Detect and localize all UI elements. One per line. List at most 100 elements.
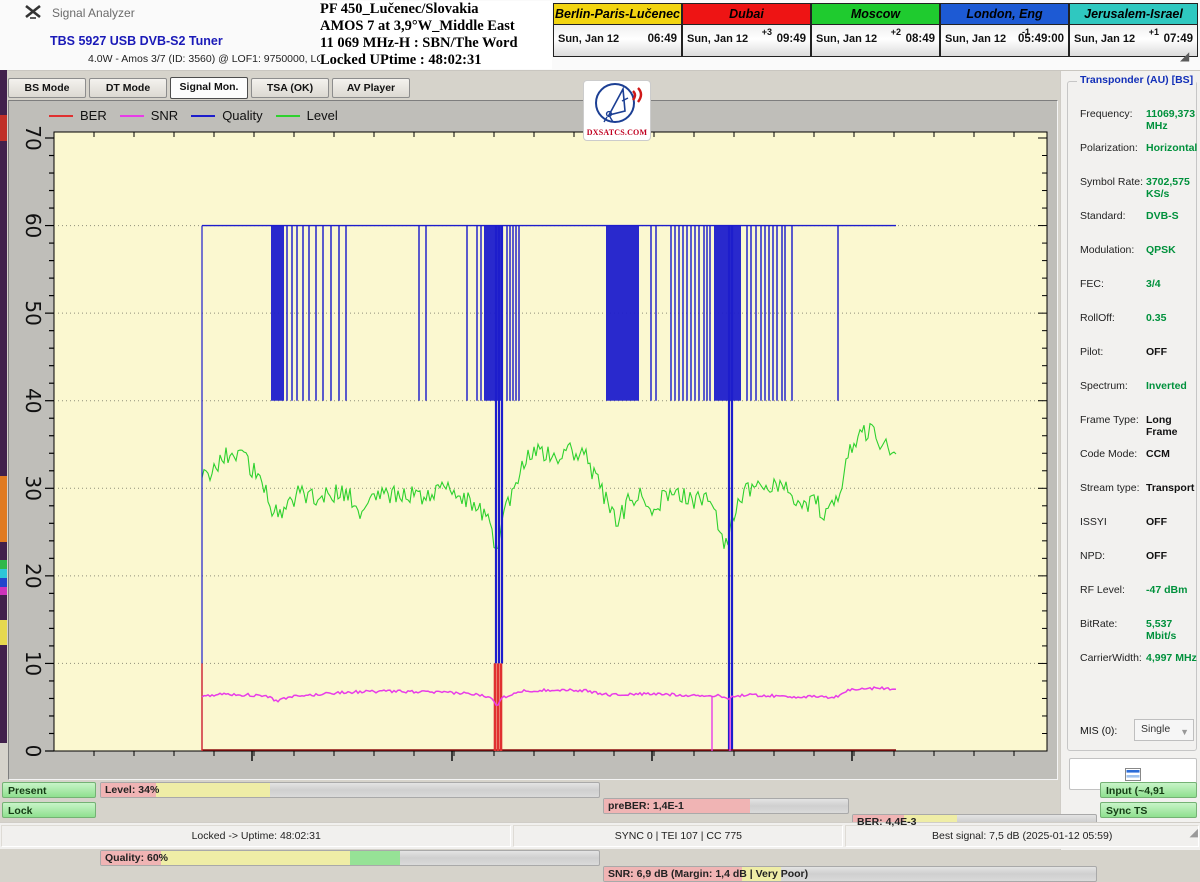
clock-time: 09:49: [777, 33, 806, 45]
statusbar-cell-0: Locked -> Uptime: 48:02:31: [1, 825, 511, 847]
row-value: Transport: [1146, 482, 1194, 494]
clock-date: Sun, Jan 12: [816, 33, 877, 45]
feed-line-location: PF 450_Lučenec/Slovakia: [320, 1, 552, 18]
row-label: Standard:: [1080, 210, 1126, 222]
strip-segment: [0, 587, 7, 595]
tab-tsa-ok[interactable]: TSA (OK): [251, 78, 329, 98]
clock-city: Jerusalem-Israel: [1070, 4, 1197, 25]
row-label: RF Level:: [1080, 584, 1125, 596]
preber-bar: preBER: 1,4E-1: [603, 798, 849, 814]
transponder-row-npd: NPD:OFF: [1080, 550, 1200, 562]
tab-signal-mon[interactable]: Signal Mon.: [170, 77, 248, 99]
transponder-panel: Frequency:11069,373 MHzPolarization:Hori…: [1060, 71, 1200, 850]
clock-time: 07:49: [1164, 33, 1193, 45]
badge-sync-ts: Sync TS: [1100, 802, 1197, 818]
transponder-row-pilot: Pilot:OFF: [1080, 346, 1200, 358]
window-titlebar: Signal Analyzer ▭✕ TBS 5927 USB DVB-S2 T…: [0, 0, 1200, 71]
clock-date: Sun, Jan 12: [1074, 33, 1135, 45]
clock-3: London, EngSun, Jan 12-105:49:00: [940, 3, 1069, 57]
transponder-row-code-mode: Code Mode:CCM: [1080, 448, 1200, 460]
clock-utc-offset: +3: [762, 27, 772, 37]
strip-segment: [0, 476, 7, 542]
quality-dropout-block: [606, 226, 639, 401]
clock-utc-offset: +1: [1149, 27, 1159, 37]
transponder-row-polarization: Polarization: Horizontal: [1080, 142, 1200, 154]
clock-time: 05:49:00: [1018, 33, 1064, 45]
transponder-row-symbol-rate: Symbol Rate:3702,575 KS/s: [1080, 176, 1200, 188]
mis-label: MIS (0):: [1080, 725, 1117, 737]
row-value: 5,537 Mbit/s: [1146, 618, 1200, 642]
strip-segment: [0, 569, 7, 578]
row-label: CarrierWidth:: [1080, 652, 1142, 664]
y-axis-label: 50: [21, 300, 45, 325]
chart-plot: 010203040506070: [9, 101, 1057, 779]
bar-label: BER: 4,4E-3: [857, 816, 917, 828]
row-label: RollOff:: [1080, 312, 1115, 324]
clock-0: Berlin-Paris-LučenecSun, Jan 1206:49: [553, 3, 682, 57]
row-value: QPSK: [1146, 244, 1176, 256]
clock-city: Dubai: [683, 4, 810, 25]
y-axis-label: 0: [21, 745, 45, 758]
row-value: 4,997 MHz: [1146, 652, 1197, 664]
statusbar-grip-icon[interactable]: ◢: [1190, 826, 1198, 839]
bar-segment: [350, 851, 400, 865]
mis-select[interactable]: Single ▼: [1134, 719, 1194, 741]
row-value: OFF: [1146, 346, 1167, 358]
plot-area: [54, 132, 1047, 751]
y-axis-label: 40: [21, 388, 45, 413]
row-value: OFF: [1146, 550, 1167, 562]
transponder-row-standard: Standard:DVB-S: [1080, 210, 1200, 222]
row-label: Code Mode:: [1080, 448, 1137, 460]
bar-label: SNR: 6,9 dB (Margin: 1,4 dB | Very Poor): [608, 868, 808, 880]
quality-dropout-block: [714, 226, 741, 401]
row-label: FEC:: [1080, 278, 1104, 290]
dxsatcs-logo: DXSATCS.COM: [583, 80, 651, 141]
tab-dt-mode[interactable]: DT Mode: [89, 78, 167, 98]
tab-bs-mode[interactable]: BS Mode: [8, 78, 86, 98]
transponder-row-rolloff: RollOff:0.35: [1080, 312, 1200, 324]
row-value: Inverted: [1146, 380, 1187, 392]
transponder-row-frequency: Frequency:11069,373 MHz: [1080, 108, 1200, 120]
transponder-row-carrierwidth: CarrierWidth: 4,997 MHz: [1080, 652, 1200, 664]
strip-segment: [0, 115, 7, 141]
transponder-row-issyi: ISSYIOFF: [1080, 516, 1200, 528]
row-label: Symbol Rate:: [1080, 176, 1143, 188]
transponder-row-bitrate: BitRate:5,537 Mbit/s: [1080, 618, 1200, 630]
quality-bar: Quality: 60%: [100, 850, 600, 866]
strip-segment: [0, 578, 7, 587]
strip-segment: [0, 620, 7, 645]
row-label: Polarization:: [1080, 142, 1138, 154]
transponder-row-frame-type: Frame Type:Long Frame: [1080, 414, 1200, 426]
resize-grip-icon[interactable]: ◢: [1180, 49, 1189, 63]
y-axis-label: 30: [21, 476, 45, 501]
transponder-row-fec: FEC:3/4: [1080, 278, 1200, 290]
window-title: Signal Analyzer: [52, 6, 135, 20]
y-axis-label: 60: [21, 213, 45, 238]
bar-label: preBER: 1,4E-1: [608, 800, 684, 812]
row-value: Long Frame: [1146, 414, 1200, 438]
row-value: -47 dBm: [1146, 584, 1187, 596]
feed-line-frequency: 11 069 MHz-H : SBN/The Word: [320, 35, 552, 52]
bar-label: Quality: 60%: [105, 852, 168, 864]
row-value: Horizontal: [1146, 142, 1197, 154]
row-label: Frequency:: [1080, 108, 1133, 120]
tab-av-player[interactable]: AV Player: [332, 78, 410, 98]
clock-date: Sun, Jan 12: [945, 33, 1006, 45]
clock-city: Berlin-Paris-Lučenec: [554, 4, 681, 25]
row-label: ISSYI: [1080, 516, 1107, 528]
bar-segment: [156, 783, 271, 797]
transponder-row-stream-type: Stream type:Transport: [1080, 482, 1200, 494]
quality-dropout-block: [271, 226, 284, 401]
y-axis-label: 20: [21, 563, 45, 588]
app-icon: [24, 4, 42, 20]
badge-lock: Lock: [2, 802, 96, 818]
groupbox-title: Transponder (AU) [BS]: [1077, 74, 1196, 86]
statusbar-cell-2: Best signal: 7,5 dB (2025-01-12 05:59): [845, 825, 1199, 847]
feed-header-block: PF 450_Lučenec/Slovakia AMOS 7 at 3,9°W_…: [320, 1, 552, 69]
clock-city: London, Eng: [941, 4, 1068, 25]
transponder-row-rf-level: RF Level: -47 dBm: [1080, 584, 1200, 596]
feed-line-satellite: AMOS 7 at 3,9°W_Middle East: [320, 18, 552, 35]
badge-input-4-91-mbps: Input (~4,91 Mbps): [1100, 782, 1197, 798]
row-value: 11069,373 MHz: [1146, 108, 1200, 132]
statusbar: Locked -> Uptime: 48:02:31SYNC 0 | TEI 1…: [0, 822, 1200, 849]
